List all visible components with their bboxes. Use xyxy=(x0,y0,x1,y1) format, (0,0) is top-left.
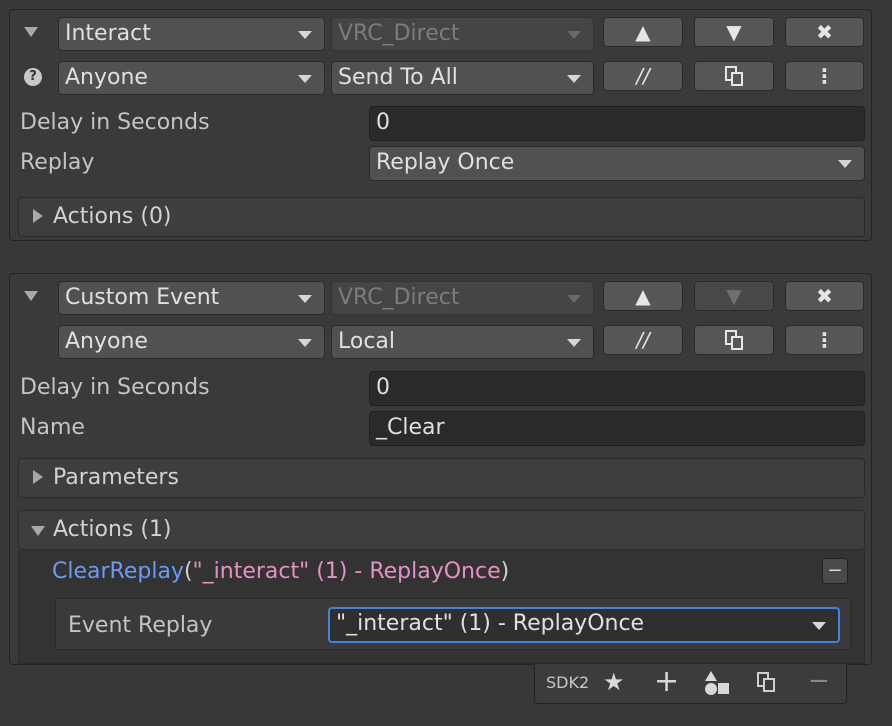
replay-label: Replay xyxy=(20,150,95,175)
copy-icon-svg xyxy=(757,672,775,692)
help-icon[interactable]: ? xyxy=(24,68,42,86)
add-icon[interactable]: + xyxy=(654,664,679,699)
event-panel-1: Interact VRC_Direct ▲ ▼ ✖ ? Anyone Send … xyxy=(9,9,872,241)
chevron-down-icon xyxy=(298,295,312,303)
delay-input[interactable]: 0 xyxy=(369,371,865,406)
open-paren: ( xyxy=(183,559,193,584)
replay-dropdown[interactable]: Replay Once xyxy=(369,146,865,181)
access-value: Anyone xyxy=(65,329,148,354)
comment-button[interactable]: // xyxy=(603,61,683,91)
bottom-toolbar: SDK2 ★ + − xyxy=(534,664,847,704)
delay-label: Delay in Seconds xyxy=(20,375,210,400)
trigger-value: Custom Event xyxy=(65,285,220,310)
trigger-dropdown[interactable]: Custom Event xyxy=(58,281,325,315)
trigger-dropdown[interactable]: Interact xyxy=(58,17,325,51)
remove-action-button[interactable]: − xyxy=(822,558,848,584)
action-signature: ClearReplay("_interact" (1) - ReplayOnce… xyxy=(52,558,509,586)
send-mode-value: Local xyxy=(338,329,396,354)
send-mode-dropdown[interactable]: Send To All xyxy=(331,61,594,95)
copy-button[interactable] xyxy=(694,325,774,355)
chevron-down-icon xyxy=(567,295,581,303)
close-icon: ✖ xyxy=(816,20,833,44)
access-dropdown[interactable]: Anyone xyxy=(58,325,325,359)
more-vertical-icon: ⋮ xyxy=(814,64,835,88)
comment-button[interactable]: // xyxy=(603,325,683,355)
move-down-button: ▼ xyxy=(694,281,774,311)
remove-icon[interactable]: − xyxy=(808,666,830,696)
comment-icon: // xyxy=(636,328,650,352)
action-argument: "_interact" (1) - ReplayOnce xyxy=(192,559,501,584)
name-label: Name xyxy=(20,415,85,440)
chevron-down-icon xyxy=(31,526,45,536)
chevron-right-icon xyxy=(33,470,43,484)
name-input[interactable]: _Clear xyxy=(369,411,865,446)
replay-value: Replay Once xyxy=(376,150,515,175)
chevron-down-icon xyxy=(298,31,312,39)
arrow-down-icon: ▼ xyxy=(726,284,742,308)
more-vertical-icon: ⋮ xyxy=(814,328,835,352)
shapes-icon-svg xyxy=(705,671,729,695)
close-paren: ) xyxy=(500,559,510,584)
shapes-icon[interactable] xyxy=(703,670,731,700)
move-down-button[interactable]: ▼ xyxy=(694,17,774,47)
more-menu-button[interactable]: ⋮ xyxy=(785,325,864,355)
move-up-button[interactable]: ▲ xyxy=(603,17,683,47)
parameters-foldout[interactable]: Parameters xyxy=(18,458,865,498)
actions-foldout-label: Actions (0) xyxy=(53,204,172,229)
more-menu-button[interactable]: ⋮ xyxy=(785,61,864,91)
arrow-down-icon: ▼ xyxy=(726,20,742,44)
arrow-up-icon: ▲ xyxy=(635,20,651,44)
copy-icon xyxy=(725,66,743,86)
send-mode-value: Send To All xyxy=(338,65,458,90)
delete-button[interactable]: ✖ xyxy=(785,17,864,47)
action-params-box: Event Replay "_interact" (1) - ReplayOnc… xyxy=(55,598,851,650)
delay-input[interactable]: 0 xyxy=(369,106,865,141)
close-icon: ✖ xyxy=(816,284,833,308)
copy-icon xyxy=(725,330,743,350)
copy-button[interactable] xyxy=(694,61,774,91)
chevron-down-icon xyxy=(838,160,852,168)
delete-button[interactable]: ✖ xyxy=(785,281,864,311)
action-item: ClearReplay("_interact" (1) - ReplayOnce… xyxy=(18,550,865,664)
broadcast-value: VRC_Direct xyxy=(338,285,460,310)
minus-icon: − xyxy=(827,560,843,581)
chevron-right-icon xyxy=(33,209,43,223)
broadcast-dropdown: VRC_Direct xyxy=(331,281,594,315)
collapse-icon[interactable] xyxy=(21,287,41,307)
access-value: Anyone xyxy=(65,65,148,90)
arrow-up-icon: ▲ xyxy=(635,284,651,308)
event-panel-2: Custom Event VRC_Direct ▲ ▼ ✖ Anyone Loc… xyxy=(9,273,872,665)
delay-label: Delay in Seconds xyxy=(20,110,210,135)
parameters-foldout-label: Parameters xyxy=(53,465,179,490)
copy-icon[interactable] xyxy=(755,671,777,697)
collapse-icon[interactable] xyxy=(21,23,41,43)
move-up-button[interactable]: ▲ xyxy=(603,281,683,311)
chevron-down-icon xyxy=(298,75,312,83)
chevron-down-icon xyxy=(567,75,581,83)
favorite-star-icon[interactable]: ★ xyxy=(603,668,625,696)
access-dropdown[interactable]: Anyone xyxy=(58,61,325,95)
actions-foldout[interactable]: Actions (0) xyxy=(18,197,865,237)
broadcast-value: VRC_Direct xyxy=(338,21,460,46)
sdk-label: SDK2 xyxy=(546,673,590,692)
broadcast-dropdown: VRC_Direct xyxy=(331,17,594,51)
send-mode-dropdown[interactable]: Local xyxy=(331,325,594,359)
event-replay-label: Event Replay xyxy=(68,613,213,638)
chevron-down-icon xyxy=(298,339,312,347)
chevron-down-icon xyxy=(567,339,581,347)
help-glyph: ? xyxy=(29,69,37,84)
event-replay-value: "_interact" (1) - ReplayOnce xyxy=(336,611,645,636)
comment-icon: // xyxy=(636,64,650,88)
trigger-value: Interact xyxy=(65,21,151,46)
event-replay-dropdown[interactable]: "_interact" (1) - ReplayOnce xyxy=(328,607,840,643)
action-function-name: ClearReplay xyxy=(52,559,184,584)
chevron-down-icon xyxy=(567,31,581,39)
actions-foldout-label: Actions (1) xyxy=(53,517,172,542)
actions-foldout[interactable]: Actions (1) xyxy=(18,510,865,550)
chevron-down-icon xyxy=(812,622,826,630)
